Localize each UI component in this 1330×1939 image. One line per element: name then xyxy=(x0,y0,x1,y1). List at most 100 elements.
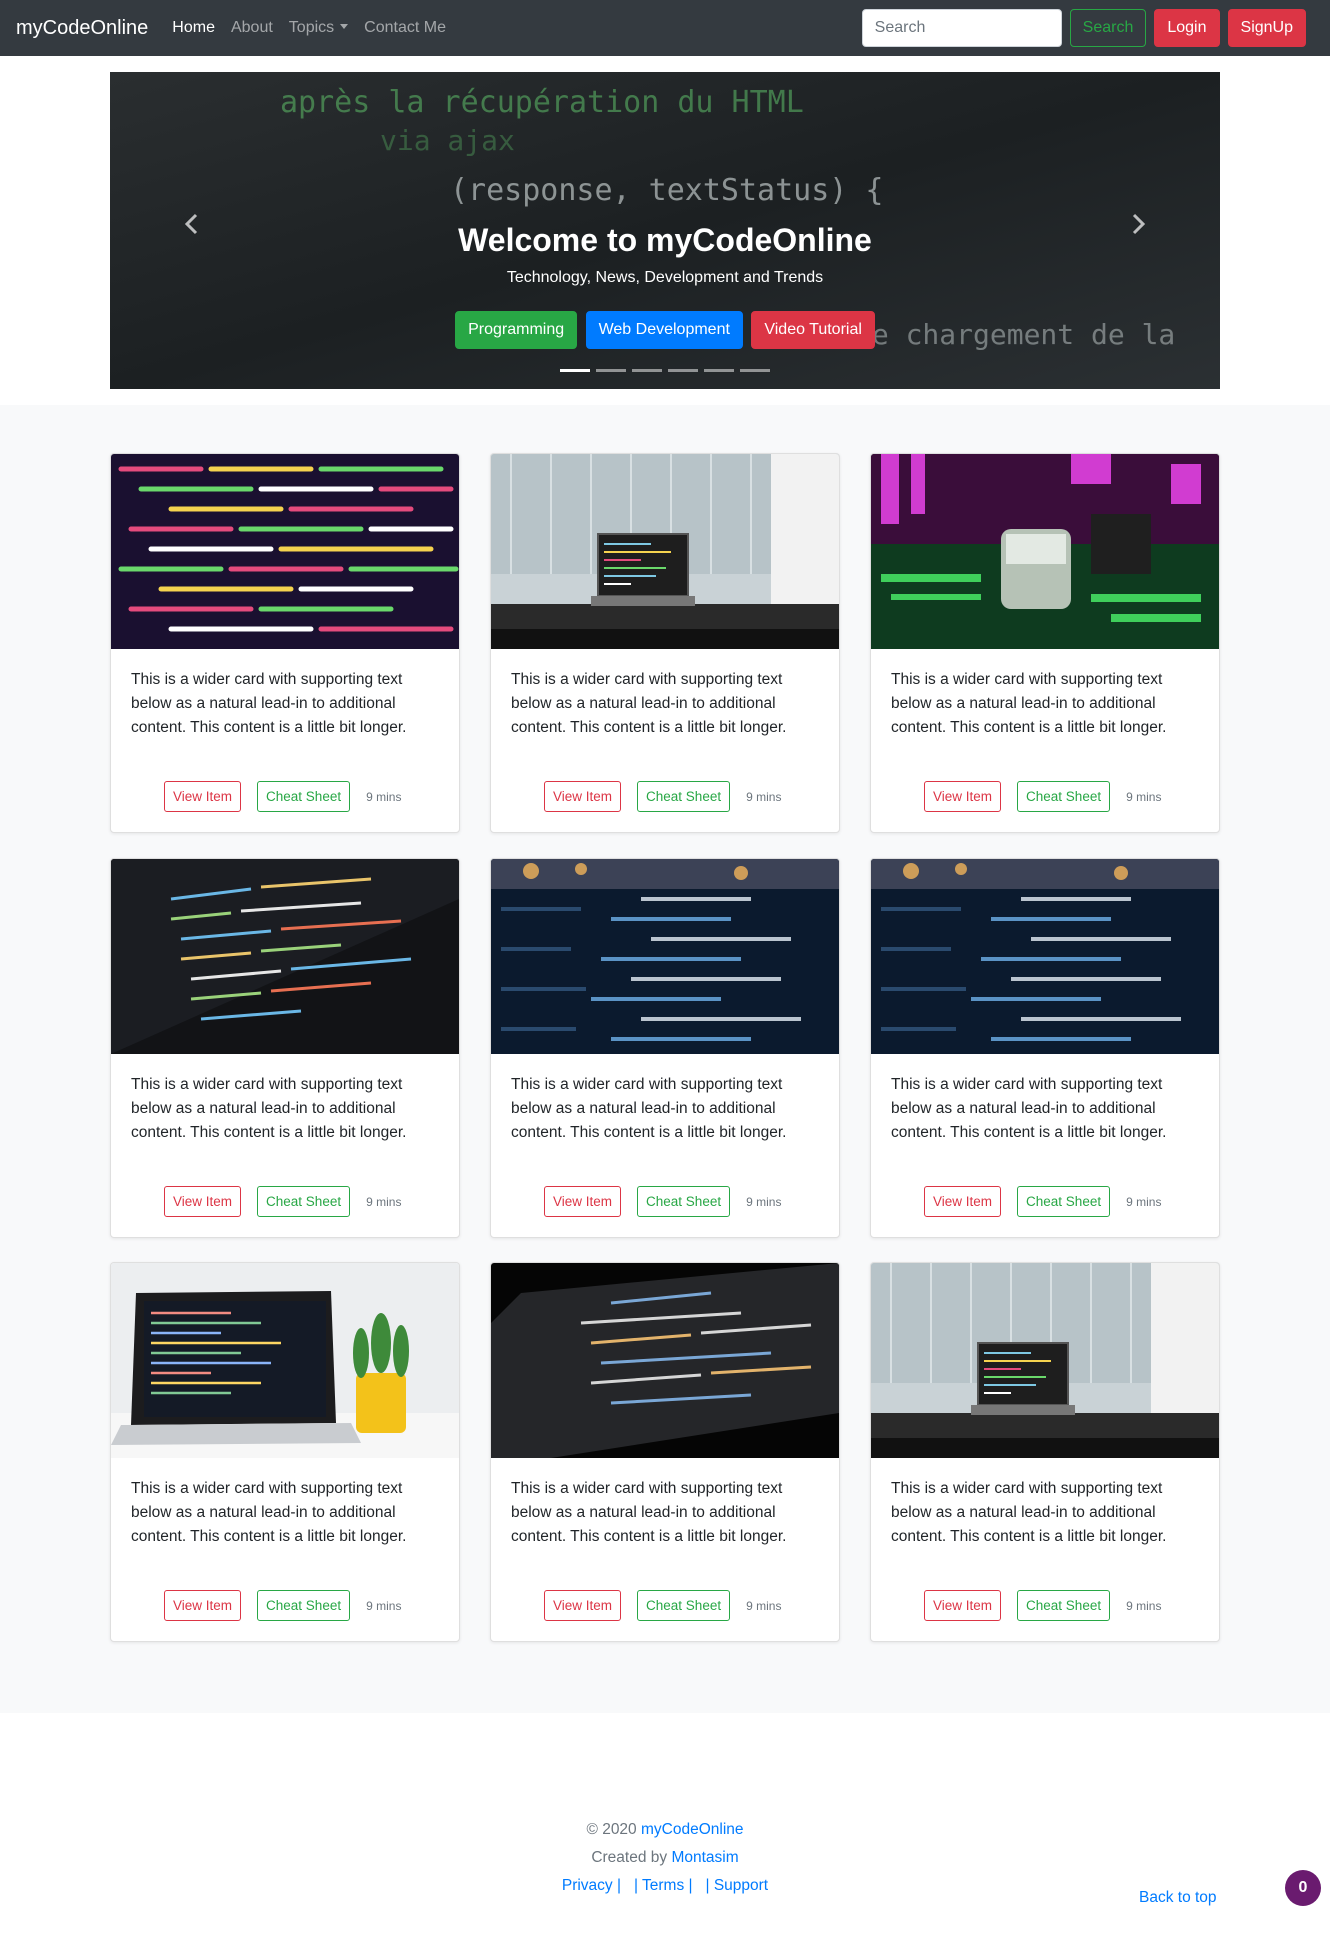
card-actions: View Item Cheat Sheet 9 mins xyxy=(924,781,1161,812)
card-actions: View Item Cheat Sheet 9 mins xyxy=(544,781,781,812)
view-item-button[interactable]: View Item xyxy=(544,781,622,812)
video-tutorial-button[interactable]: Video Tutorial xyxy=(751,311,875,349)
search-button[interactable]: Search xyxy=(1069,9,1147,47)
carousel-indicator[interactable] xyxy=(668,369,698,372)
web-development-button[interactable]: Web Development xyxy=(585,311,743,349)
view-item-button[interactable]: View Item xyxy=(164,781,242,812)
nav-about[interactable]: About xyxy=(231,19,273,37)
card-image xyxy=(111,859,459,1054)
privacy-link[interactable]: Privacy | xyxy=(562,1877,621,1894)
terms-link[interactable]: | Terms | xyxy=(634,1877,693,1894)
carousel-indicator[interactable] xyxy=(560,369,590,372)
card-actions: View Item Cheat Sheet 9 mins xyxy=(924,1186,1161,1217)
card: This is a wider card with supporting tex… xyxy=(110,1262,460,1642)
view-item-button[interactable]: View Item xyxy=(164,1590,242,1621)
carousel-indicator[interactable] xyxy=(596,369,626,372)
view-item-button[interactable]: View Item xyxy=(164,1186,242,1217)
read-time: 9 mins xyxy=(746,789,782,804)
card-text: This is a wider card with supporting tex… xyxy=(511,1076,787,1141)
nav-contact[interactable]: Contact Me xyxy=(364,19,446,37)
read-time: 9 mins xyxy=(366,789,402,804)
cheat-sheet-button[interactable]: Cheat Sheet xyxy=(257,781,351,812)
nav-home[interactable]: Home xyxy=(172,19,215,37)
read-time: 9 mins xyxy=(1126,1194,1162,1209)
view-item-button[interactable]: View Item xyxy=(544,1186,622,1217)
read-time: 9 mins xyxy=(366,1598,402,1613)
card-image xyxy=(491,859,839,1054)
carousel-caption: Welcome to myCodeOnline Technology, News… xyxy=(110,222,1220,287)
card-text: This is a wider card with supporting tex… xyxy=(891,671,1167,736)
card-image xyxy=(491,1263,839,1458)
card-image xyxy=(111,454,459,649)
card-actions: View Item Cheat Sheet 9 mins xyxy=(164,1590,401,1621)
view-item-button[interactable]: View Item xyxy=(924,781,1002,812)
brand-logo[interactable]: myCodeOnline xyxy=(16,17,148,40)
card: This is a wider card with supporting tex… xyxy=(490,453,840,833)
card: This is a wider card with supporting tex… xyxy=(490,858,840,1238)
card-text: This is a wider card with supporting tex… xyxy=(131,1480,407,1545)
card-image xyxy=(491,454,839,649)
card-actions: View Item Cheat Sheet 9 mins xyxy=(544,1590,781,1621)
card-actions: View Item Cheat Sheet 9 mins xyxy=(924,1590,1161,1621)
read-time: 9 mins xyxy=(366,1194,402,1209)
created-by-line: Created by Montasim xyxy=(0,1849,1330,1867)
hero-carousel: après la récupération du HTML via ajax (… xyxy=(110,72,1220,389)
notification-badge[interactable]: 0 xyxy=(1285,1870,1321,1906)
card-text: This is a wider card with supporting tex… xyxy=(511,1480,787,1545)
read-time: 9 mins xyxy=(746,1194,782,1209)
card: This is a wider card with supporting tex… xyxy=(870,453,1220,833)
support-link[interactable]: | Support xyxy=(705,1877,768,1894)
search-input[interactable] xyxy=(861,9,1062,47)
top-navbar: myCodeOnline Home About Topics Contact M… xyxy=(0,0,1330,56)
copyright-text: © 2020 xyxy=(586,1821,637,1838)
read-time: 9 mins xyxy=(1126,1598,1162,1613)
cheat-sheet-button[interactable]: Cheat Sheet xyxy=(1017,781,1111,812)
card-image xyxy=(871,454,1219,649)
copyright-line: © 2020 myCodeOnline xyxy=(0,1821,1330,1839)
signup-button[interactable]: SignUp xyxy=(1227,9,1306,47)
hero-subtitle: Technology, News, Development and Trends xyxy=(506,269,824,286)
carousel-indicator[interactable] xyxy=(632,369,662,372)
view-item-button[interactable]: View Item xyxy=(924,1590,1002,1621)
hero-code-line-2: via ajax xyxy=(380,124,515,157)
author-link[interactable]: Montasim xyxy=(671,1849,738,1866)
cheat-sheet-button[interactable]: Cheat Sheet xyxy=(1017,1590,1111,1621)
carousel-indicators xyxy=(110,359,1220,377)
nav-right-group: Search Login SignUp xyxy=(861,9,1306,47)
cheat-sheet-button[interactable]: Cheat Sheet xyxy=(637,1186,731,1217)
programming-button[interactable]: Programming xyxy=(455,311,578,349)
cheat-sheet-button[interactable]: Cheat Sheet xyxy=(257,1186,351,1217)
hero-code-line-1: après la récupération du HTML xyxy=(280,85,804,120)
cheat-sheet-button[interactable]: Cheat Sheet xyxy=(637,781,731,812)
cheat-sheet-button[interactable]: Cheat Sheet xyxy=(637,1590,731,1621)
card: This is a wider card with supporting tex… xyxy=(870,1262,1220,1642)
site-link[interactable]: myCodeOnline xyxy=(641,1821,744,1838)
hero-title: Welcome to myCodeOnline xyxy=(458,222,872,258)
back-to-top-link[interactable]: Back to top xyxy=(1139,1889,1217,1907)
view-item-button[interactable]: View Item xyxy=(544,1590,622,1621)
nav-topics-dropdown[interactable]: Topics xyxy=(289,19,349,37)
carousel-indicator[interactable] xyxy=(740,369,770,372)
login-button[interactable]: Login xyxy=(1154,9,1220,47)
card-actions: View Item Cheat Sheet 9 mins xyxy=(164,781,401,812)
card-text: This is a wider card with supporting tex… xyxy=(511,671,787,736)
read-time: 9 mins xyxy=(1126,789,1162,804)
card: This is a wider card with supporting tex… xyxy=(110,858,460,1238)
view-item-button[interactable]: View Item xyxy=(924,1186,1002,1217)
card-text: This is a wider card with supporting tex… xyxy=(131,671,407,736)
card-image xyxy=(871,1263,1219,1458)
read-time: 9 mins xyxy=(746,1598,782,1613)
created-by-text: Created by xyxy=(591,1849,668,1866)
carousel-indicator[interactable] xyxy=(704,369,734,372)
privacy-label: Privacy xyxy=(561,1877,613,1894)
support-label: Support xyxy=(713,1877,769,1894)
hero-code-line-3: (response, textStatus) { xyxy=(450,173,883,208)
card-actions: View Item Cheat Sheet 9 mins xyxy=(164,1186,401,1217)
hero-buttons: Programming Web Development Video Tutori… xyxy=(110,311,1220,349)
footer: © 2020 myCodeOnline Created by Montasim … xyxy=(0,1713,1330,1939)
card: This is a wider card with supporting tex… xyxy=(110,453,460,833)
cheat-sheet-button[interactable]: Cheat Sheet xyxy=(1017,1186,1111,1217)
card-text: This is a wider card with supporting tex… xyxy=(891,1480,1167,1545)
card: This is a wider card with supporting tex… xyxy=(490,1262,840,1642)
cheat-sheet-button[interactable]: Cheat Sheet xyxy=(257,1590,351,1621)
